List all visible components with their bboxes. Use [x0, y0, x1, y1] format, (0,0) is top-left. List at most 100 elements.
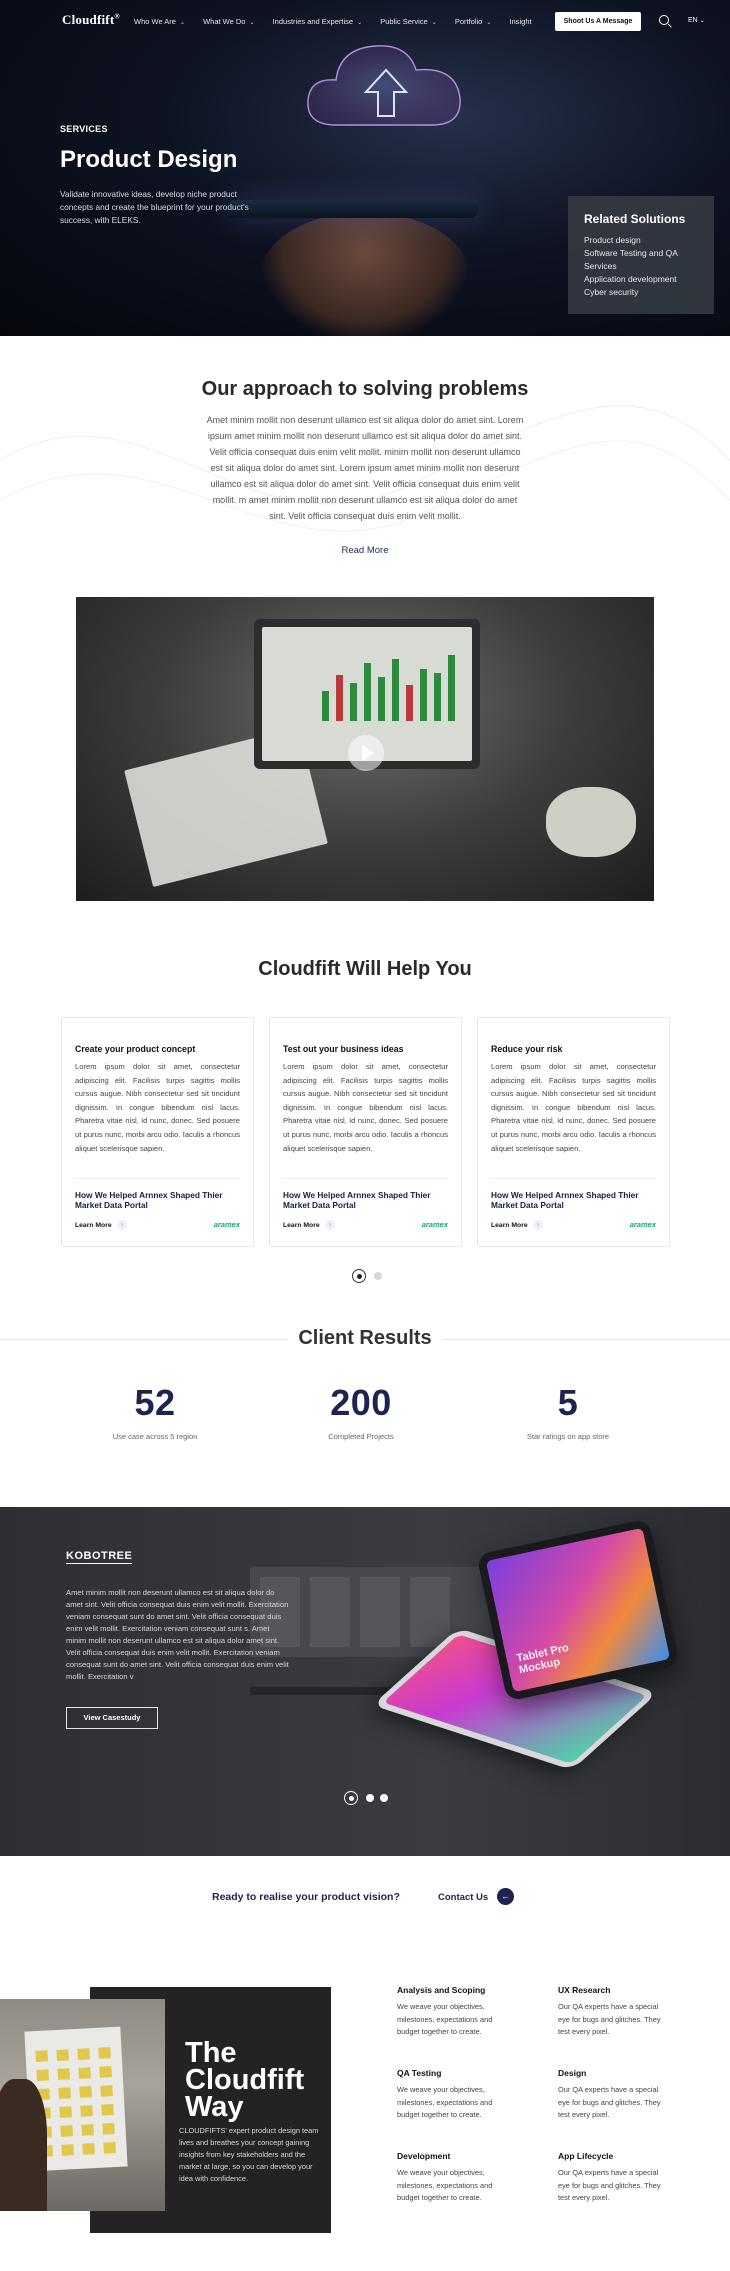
approach-title: Our approach to solving problems — [201, 378, 529, 400]
arrow-right-icon[interactable]: › — [325, 1220, 335, 1230]
case-study-section: KOBOTREE Amet minim mollit non deserunt … — [0, 1507, 730, 1856]
tablet-mockup-image: Tablet Pro Mockup — [476, 1518, 680, 1702]
view-casestudy-button[interactable]: View Casestudy — [66, 1707, 158, 1729]
stat-value: 200 — [330, 1382, 392, 1423]
cta-text: Ready to realise your product vision? — [212, 1891, 400, 1903]
sticky-note — [57, 2068, 70, 2080]
arrow-right-icon[interactable]: › — [533, 1220, 543, 1230]
carousel-dot[interactable] — [374, 1272, 382, 1280]
stat-label: Use case across 5 region — [112, 1432, 198, 1441]
screen-bar-graphic — [364, 663, 371, 721]
screen-bar-graphic — [434, 673, 441, 721]
carousel-dot[interactable] — [380, 1794, 388, 1802]
stat-label: Completed Projects — [328, 1432, 394, 1441]
carousel-dot-active[interactable] — [344, 1791, 358, 1805]
video-player[interactable] — [76, 597, 654, 901]
sticky-note — [56, 2049, 69, 2061]
top-navigation: Cloudfift® Who We Are ⌄ What We Do ⌄ Indus… — [0, 0, 730, 40]
step-title: Design — [558, 2068, 587, 2078]
step-text: We weave your objectives, milestones, ex… — [397, 2168, 493, 2203]
screen-bar-graphic — [406, 685, 413, 721]
hero-eyebrow: SERVICES — [60, 124, 108, 134]
contact-us-link[interactable]: Contact Us — [438, 1892, 488, 1903]
read-more-link[interactable]: Read More — [0, 545, 730, 556]
sticky-note — [102, 2123, 115, 2135]
client-results-title: Client Results — [0, 1327, 730, 1350]
learn-more-link[interactable]: Learn More — [491, 1222, 528, 1229]
related-solutions-panel: Related Solutions Product design Softwar… — [568, 196, 714, 314]
chevron-down-icon: ⌄ — [249, 20, 255, 26]
chevron-down-icon: ⌄ — [357, 20, 363, 26]
menu-item-what-we-do[interactable]: What We Do ⌄ — [203, 17, 254, 26]
help-card: Test out your business ideas Lorem ipsum… — [269, 1017, 462, 1247]
shoot-message-button[interactable]: Shoot Us A Message — [555, 12, 641, 31]
screen-bar-graphic — [392, 659, 399, 721]
step-text: Our QA experts have a special eye for bu… — [558, 2002, 661, 2037]
step-title: QA Testing — [397, 2068, 442, 2078]
case-study-title[interactable]: How We Helped Arnnex Shaped Thier Market… — [491, 1190, 641, 1210]
divider — [75, 1178, 240, 1179]
sticky-note — [78, 2067, 91, 2079]
learn-more-link[interactable]: Learn More — [75, 1222, 112, 1229]
help-title: Cloudfift Will Help You — [258, 958, 472, 980]
main-menu: Who We Are ⌄ What We Do ⌄ Industries and E… — [134, 17, 548, 26]
learn-more-link[interactable]: Learn More — [283, 1222, 320, 1229]
step-qa-testing: QA Testing We weave your objectives, mil… — [397, 2068, 509, 2122]
arrow-right-icon[interactable]: › — [117, 1220, 127, 1230]
case-study-title[interactable]: How We Helped Arnnex Shaped Thier Market… — [75, 1190, 225, 1210]
sticky-note — [58, 2087, 71, 2099]
related-link-application-development[interactable]: Application development — [584, 273, 698, 286]
sticky-note — [60, 2125, 73, 2137]
related-link-cyber-security[interactable]: Cyber security — [584, 286, 698, 299]
mockup-label: Tablet Pro Mockup — [515, 1641, 570, 1677]
aramex-logo: aramex — [213, 1220, 240, 1229]
play-icon[interactable] — [348, 735, 384, 771]
way-description: CLOUDFIFTS' expert product design team l… — [179, 2126, 319, 2183]
screen-bar-graphic — [420, 669, 427, 721]
hand-image — [260, 212, 470, 336]
card-title: Test out your business ideas — [283, 1044, 404, 1054]
step-ux-research: UX Research Our QA experts have a specia… — [558, 1985, 670, 2039]
divider — [491, 1178, 656, 1179]
sticky-note — [82, 2143, 95, 2155]
carousel-dot-active[interactable] — [352, 1269, 366, 1283]
menu-item-portfolio[interactable]: Portfolio ⌄ — [455, 17, 492, 26]
coffee-cup-image — [546, 787, 636, 857]
related-link-software-testing[interactable]: Software Testing and QA Services — [584, 247, 698, 273]
logo[interactable]: Cloudfift® — [62, 12, 120, 28]
stat-ratings: 5 Star ratings on app store — [468, 1382, 668, 1441]
team-photo — [0, 1999, 165, 2211]
help-card: Reduce your risk Lorem ipsum dolor sit a… — [477, 1017, 670, 1247]
sticky-note — [77, 2048, 90, 2060]
menu-item-public-service[interactable]: Public Service ⌄ — [380, 17, 437, 26]
menu-item-who-we-are[interactable]: Who We Are ⌄ — [134, 17, 185, 26]
aramex-logo: aramex — [629, 1220, 656, 1229]
help-card: Create your product concept Lorem ipsum … — [61, 1017, 254, 1247]
menu-item-insight[interactable]: Insight — [509, 17, 531, 26]
case-study-description: Amet minim mollit non deserunt ullamco e… — [66, 1588, 289, 1681]
screen-bar-graphic — [350, 683, 357, 721]
sticky-note — [98, 2047, 111, 2059]
language-selector[interactable]: EN ⌄ — [688, 17, 705, 24]
menu-item-industries[interactable]: Industries and Expertise ⌄ — [273, 17, 363, 26]
case-study-title[interactable]: How We Helped Arnnex Shaped Thier Market… — [283, 1190, 433, 1210]
carousel-dot[interactable] — [366, 1794, 374, 1802]
screen-bar-graphic — [448, 655, 455, 721]
arrow-right-icon[interactable]: ← — [497, 1888, 514, 1905]
chevron-down-icon: ⌄ — [699, 18, 705, 24]
related-solutions-title: Related Solutions — [584, 212, 686, 226]
sticky-note — [36, 2069, 49, 2082]
cloud-upload-icon — [307, 45, 461, 126]
step-text: Our QA experts have a special eye for bu… — [558, 2168, 661, 2203]
step-text: We weave your objectives, milestones, ex… — [397, 2085, 493, 2120]
hero-description: Validate innovative ideas, develop niche… — [60, 189, 249, 225]
stat-label: Star ratings on app store — [526, 1432, 610, 1441]
sticky-note — [100, 2085, 113, 2097]
sticky-note — [81, 2124, 94, 2136]
related-link-product-design[interactable]: Product design — [584, 234, 698, 247]
step-title: Analysis and Scoping — [397, 1985, 486, 1995]
divider — [283, 1178, 448, 1179]
search-icon[interactable] — [659, 15, 669, 25]
card-text: Lorem ipsum dolor sit amet, consectetur … — [283, 1062, 448, 1153]
person-image — [0, 2079, 47, 2211]
